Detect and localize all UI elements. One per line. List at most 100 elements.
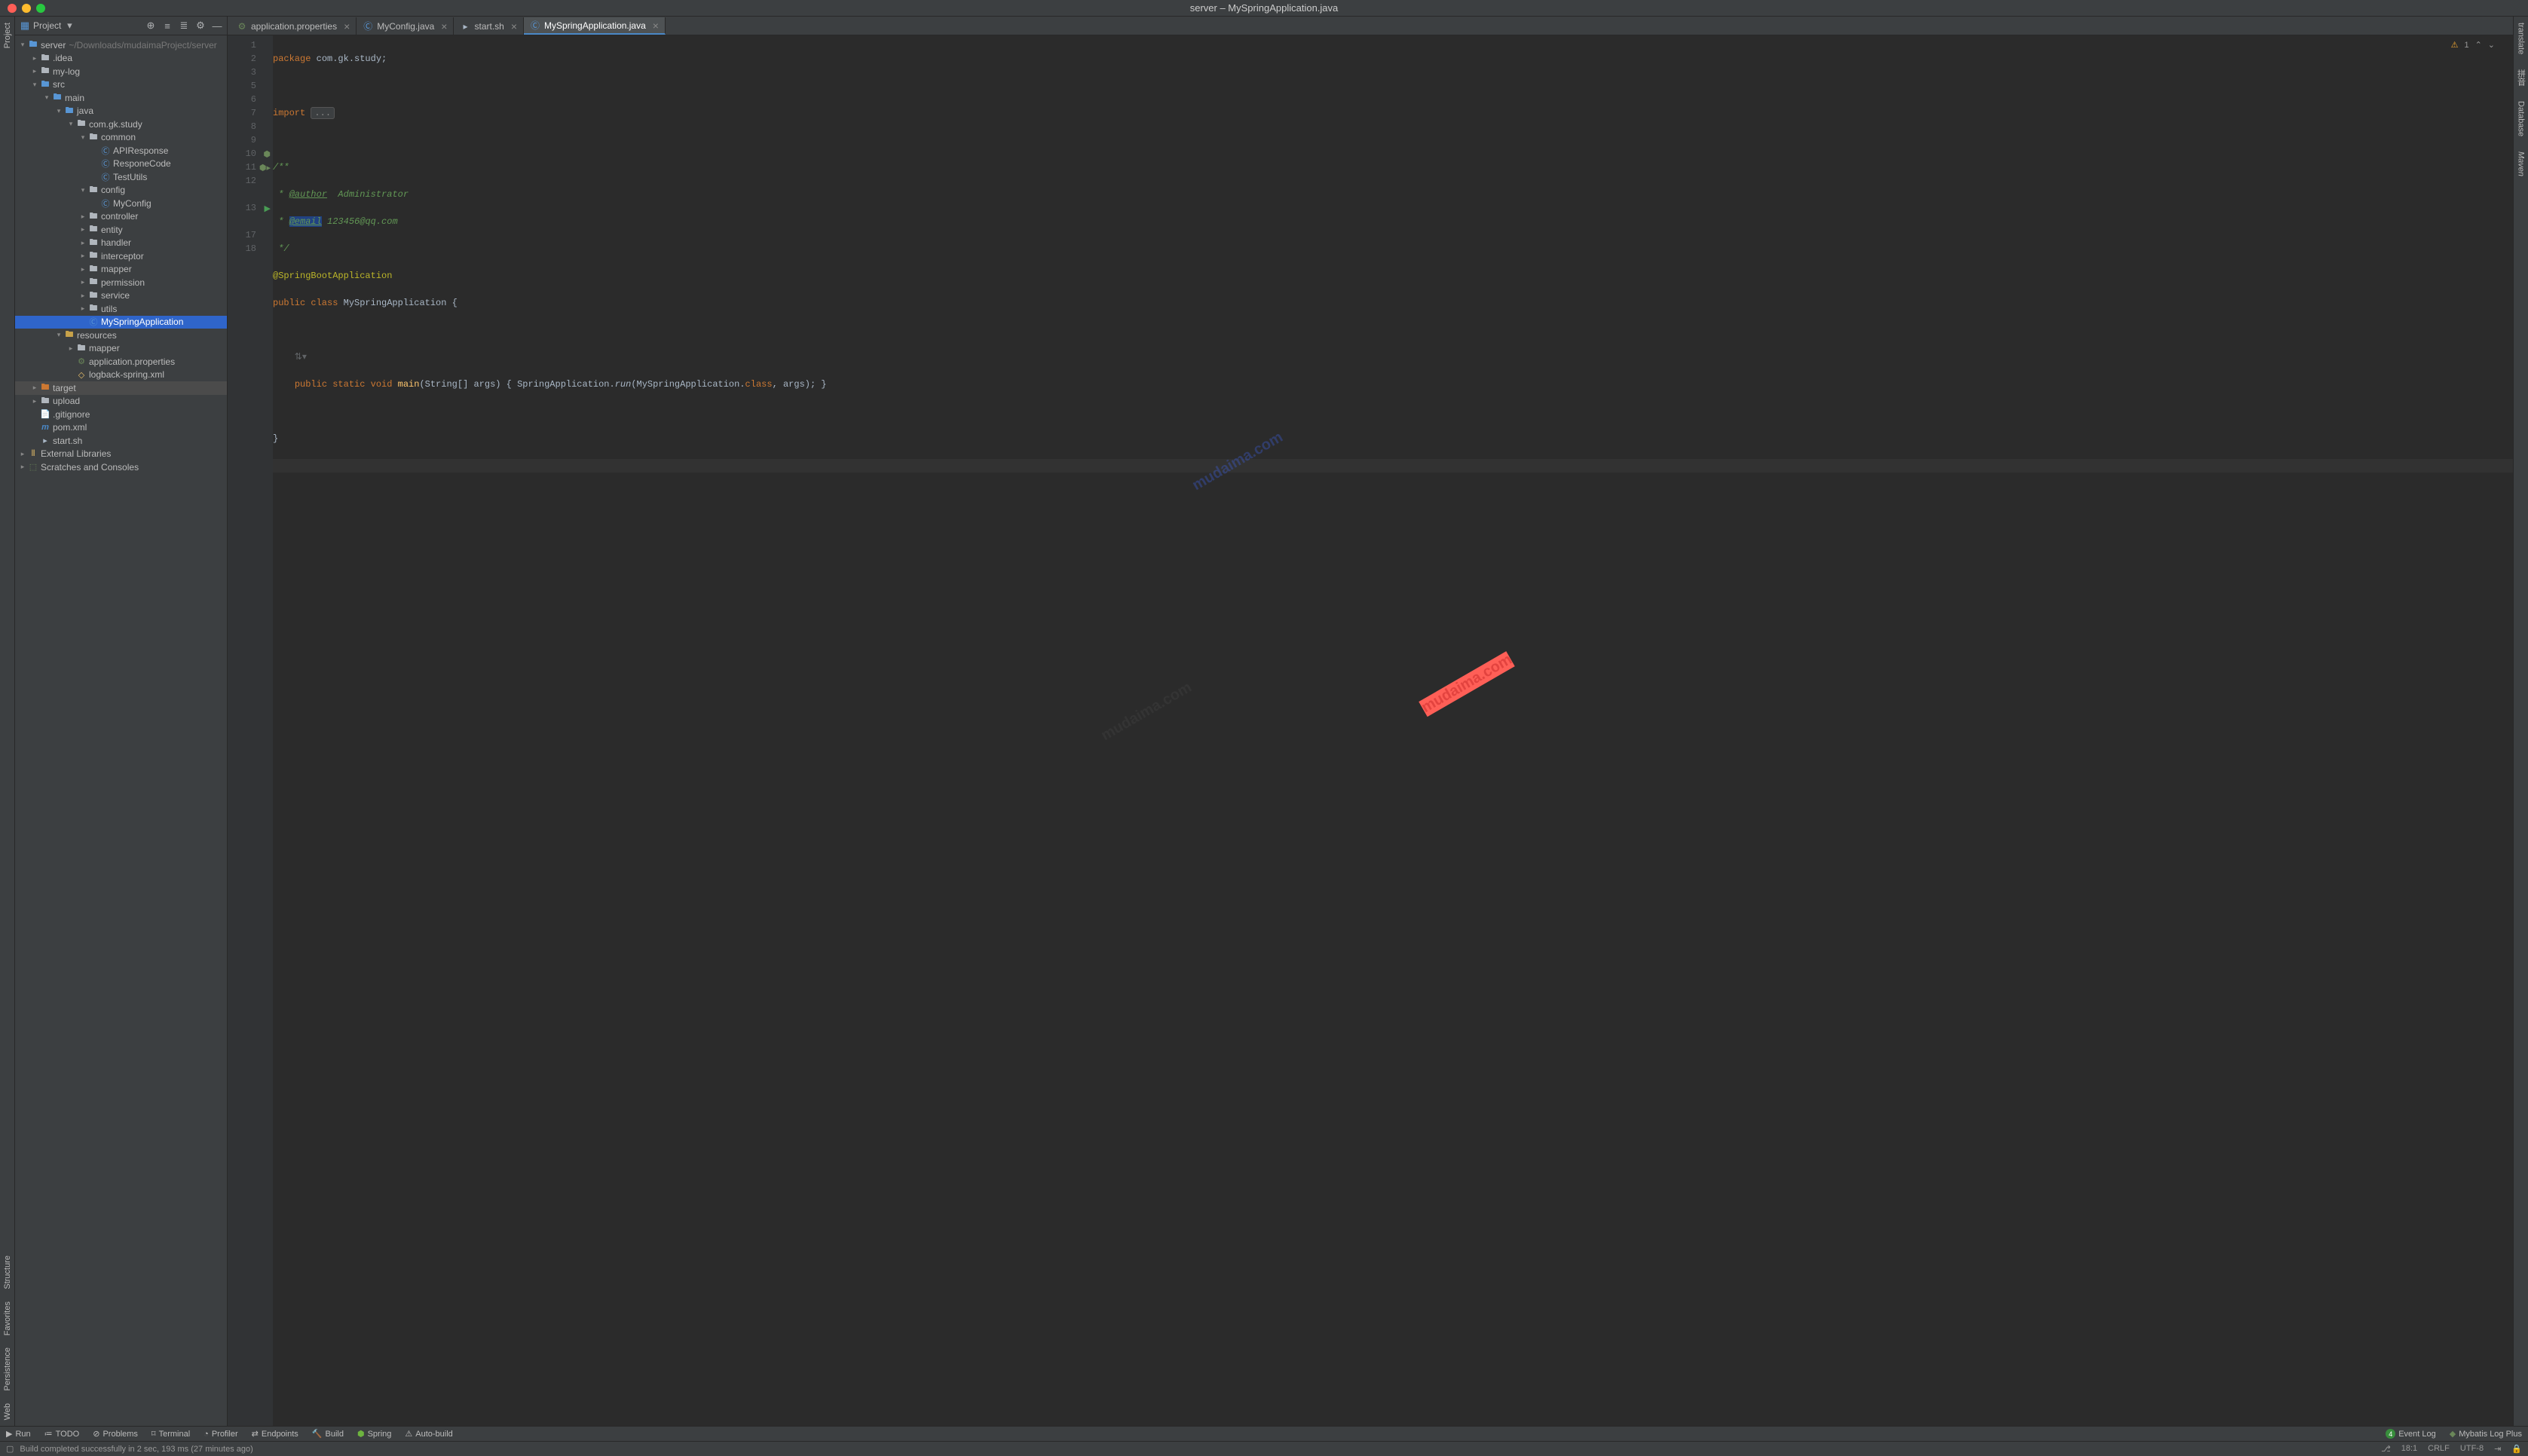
tree-row[interactable]: ▸🖿target: [15, 381, 227, 395]
tree-row[interactable]: ▸start.sh: [15, 434, 227, 448]
close-window-icon[interactable]: [8, 4, 17, 13]
tree-arrow-icon[interactable]: ▸: [18, 463, 27, 471]
tool-build[interactable]: 🔨Build: [312, 1429, 344, 1439]
tree-arrow-icon[interactable]: ▸: [66, 344, 75, 353]
import-fold[interactable]: ...: [311, 107, 335, 119]
close-tab-icon[interactable]: ×: [653, 20, 659, 32]
editor-tab[interactable]: ⒸMySpringApplication.java×: [524, 17, 666, 35]
tool-todo[interactable]: ≔TODO: [44, 1429, 80, 1439]
tree-row[interactable]: ▸🖿mapper: [15, 263, 227, 277]
tool-problems[interactable]: ⊘Problems: [93, 1429, 138, 1439]
tree-row[interactable]: ▸🖿my-log: [15, 65, 227, 78]
tree-arrow-icon[interactable]: ▸: [78, 292, 87, 300]
tree-row[interactable]: ▸🖿mapper: [15, 342, 227, 356]
lock-icon[interactable]: 🔒: [2511, 1444, 2522, 1454]
git-branch-icon[interactable]: ⎇: [2381, 1444, 2391, 1454]
tool-mybatis-log[interactable]: ◆Mybatis Log Plus: [2450, 1429, 2522, 1439]
file-encoding[interactable]: UTF-8: [2460, 1444, 2484, 1454]
tree-row[interactable]: ▸🖿entity: [15, 223, 227, 237]
tree-arrow-icon[interactable]: ▾: [30, 81, 39, 89]
sidebar-tab-pinyin[interactable]: 拼音: [2514, 63, 2528, 92]
tree-row[interactable]: ▾🖿main: [15, 91, 227, 105]
tree-row[interactable]: ▾🖿src: [15, 78, 227, 92]
sidebar-tab-translate[interactable]: translate: [2515, 17, 2527, 60]
tree-arrow-icon[interactable]: ▾: [42, 93, 51, 102]
tree-arrow-icon[interactable]: ▸: [78, 304, 87, 313]
expand-all-icon[interactable]: ≡: [162, 20, 173, 31]
tool-terminal[interactable]: ⌑Terminal: [151, 1429, 190, 1439]
tree-arrow-icon[interactable]: ▾: [54, 331, 63, 339]
indent-icon[interactable]: ⇥: [2494, 1444, 2501, 1454]
tree-row[interactable]: ▸🖿interceptor: [15, 249, 227, 263]
tree-row[interactable]: ▾🖿resources: [15, 329, 227, 342]
prev-highlight-icon[interactable]: ⌃: [2475, 40, 2482, 50]
tree-row[interactable]: ▾🖿common: [15, 131, 227, 145]
tree-arrow-icon[interactable]: ▸: [78, 213, 87, 221]
tree-arrow-icon[interactable]: ▾: [54, 107, 63, 115]
sidebar-tab-maven[interactable]: Maven: [2515, 145, 2527, 182]
editor-tab[interactable]: ⚙application.properties×: [231, 17, 357, 35]
tree-row[interactable]: ▾🖿java: [15, 105, 227, 118]
tree-arrow-icon[interactable]: ▸: [78, 225, 87, 234]
project-tree[interactable]: ▾🖿server~/Downloads/mudaimaProject/serve…: [15, 35, 227, 1426]
tree-row[interactable]: ◇logback-spring.xml: [15, 369, 227, 382]
close-tab-icon[interactable]: ×: [344, 20, 350, 32]
next-highlight-icon[interactable]: ⌄: [2488, 40, 2495, 50]
tree-arrow-icon[interactable]: ▸: [30, 54, 39, 63]
minimize-window-icon[interactable]: [22, 4, 31, 13]
sidebar-tab-structure[interactable]: Structure: [2, 1250, 14, 1295]
tree-row[interactable]: ▸🖿.idea: [15, 52, 227, 66]
dropdown-arrow-icon[interactable]: ▾: [64, 20, 75, 31]
tree-arrow-icon[interactable]: ▸: [30, 67, 39, 75]
close-tab-icon[interactable]: ×: [441, 20, 447, 32]
close-tab-icon[interactable]: ×: [511, 20, 517, 32]
tree-arrow-icon[interactable]: ▾: [78, 186, 87, 194]
status-bar-icon[interactable]: ▢: [6, 1444, 14, 1454]
tree-row[interactable]: ▸🖿permission: [15, 276, 227, 289]
tree-arrow-icon[interactable]: ▸: [78, 278, 87, 286]
sidebar-tab-project[interactable]: Project: [2, 17, 14, 54]
tree-row[interactable]: ⒸResponeCode: [15, 158, 227, 171]
tool-spring[interactable]: ⬢Spring: [357, 1429, 391, 1439]
locate-icon[interactable]: ⊕: [145, 20, 156, 31]
tree-row[interactable]: ⒸMySpringApplication: [15, 316, 227, 329]
sidebar-tab-favorites[interactable]: Favorites: [2, 1295, 14, 1341]
tree-row[interactable]: ▸🖿service: [15, 289, 227, 303]
tree-arrow-icon[interactable]: ▾: [66, 120, 75, 128]
tree-arrow-icon[interactable]: ▾: [78, 133, 87, 142]
line-separator[interactable]: CRLF: [2428, 1444, 2450, 1454]
editor-tab[interactable]: ⒸMyConfig.java×: [357, 17, 454, 35]
tree-row[interactable]: 📄.gitignore: [15, 408, 227, 421]
tree-row[interactable]: ⚙application.properties: [15, 355, 227, 369]
tree-row[interactable]: mpom.xml: [15, 421, 227, 435]
tool-event-log[interactable]: 4Event Log: [2386, 1429, 2436, 1439]
tree-arrow-icon[interactable]: ▸: [78, 252, 87, 260]
tree-row[interactable]: ▾🖿config: [15, 184, 227, 197]
collapse-all-icon[interactable]: ≣: [179, 20, 189, 31]
tree-row[interactable]: ▸🖿controller: [15, 210, 227, 224]
sidebar-tab-database[interactable]: Database: [2515, 95, 2527, 142]
settings-icon[interactable]: ⚙: [195, 20, 206, 31]
tree-row[interactable]: ▾🖿com.gk.study: [15, 118, 227, 131]
tool-autobuild[interactable]: ⚠Auto-build: [405, 1429, 452, 1439]
code-content[interactable]: package com.gk.study; import ... /** * @…: [273, 35, 2513, 1426]
tree-row[interactable]: ▸⬚Scratches and Consoles: [15, 460, 227, 474]
tree-row[interactable]: ⒸTestUtils: [15, 170, 227, 184]
tool-run[interactable]: ▶Run: [6, 1429, 31, 1439]
editor-body[interactable]: 1235678910⬢11⬢▸1213▶1718 package com.gk.…: [228, 35, 2513, 1426]
tree-arrow-icon[interactable]: ▸: [78, 265, 87, 274]
tree-row[interactable]: ⒸMyConfig: [15, 197, 227, 210]
editor-tab[interactable]: ▸start.sh×: [454, 17, 524, 35]
tree-arrow-icon[interactable]: ▸: [30, 384, 39, 392]
tree-arrow-icon[interactable]: ▸: [18, 450, 27, 458]
tree-row[interactable]: ▾🖿server~/Downloads/mudaimaProject/serve…: [15, 38, 227, 52]
hide-icon[interactable]: —: [212, 20, 222, 31]
maximize-window-icon[interactable]: [36, 4, 45, 13]
tool-endpoints[interactable]: ⇄Endpoints: [252, 1429, 298, 1439]
sidebar-tab-persistence[interactable]: Persistence: [2, 1341, 14, 1396]
tree-row[interactable]: ⒸAPIResponse: [15, 144, 227, 158]
tree-row[interactable]: ▸🖿handler: [15, 237, 227, 250]
cursor-position[interactable]: 18:1: [2401, 1444, 2417, 1454]
tree-row[interactable]: ▸🖿utils: [15, 302, 227, 316]
tool-profiler[interactable]: ◔Profiler: [204, 1430, 238, 1439]
